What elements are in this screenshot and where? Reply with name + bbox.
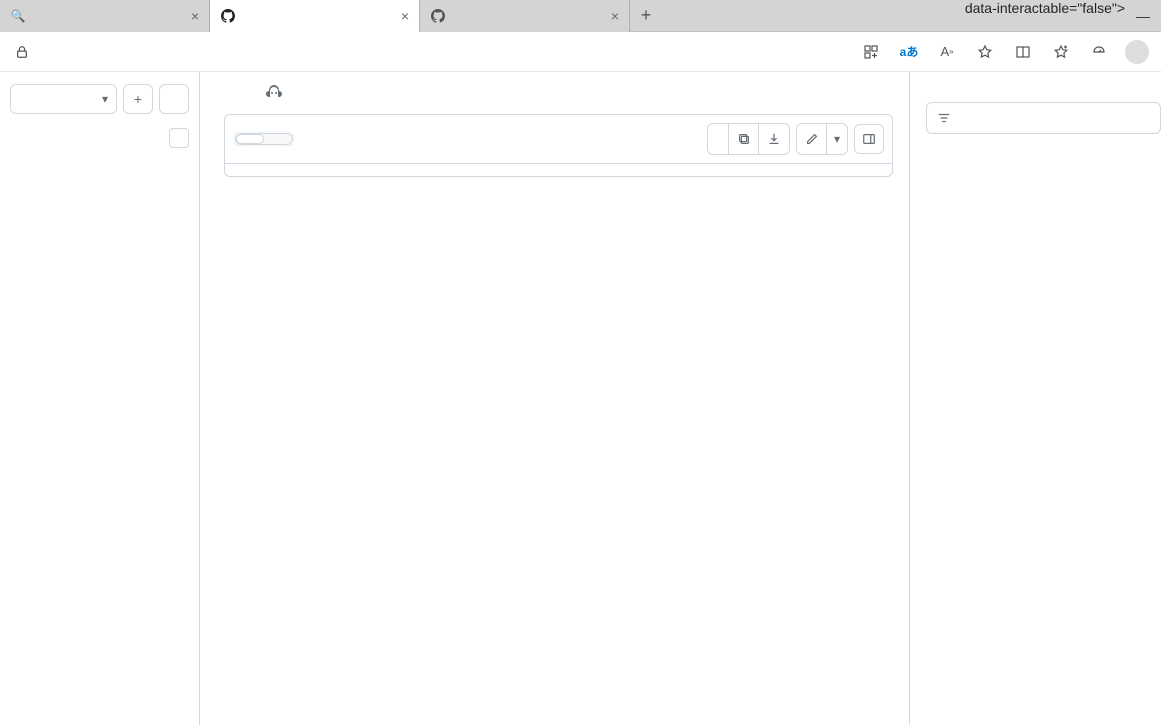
- github-icon: [220, 8, 236, 24]
- tab-favicon: 🔍: [10, 8, 26, 24]
- tab-code[interactable]: [236, 134, 264, 144]
- tab-blame[interactable]: [264, 134, 292, 144]
- raw-button[interactable]: [708, 124, 729, 154]
- translate-icon[interactable]: aあ: [893, 36, 925, 68]
- browser-tab[interactable]: 🔍 ×: [0, 0, 210, 32]
- code-body[interactable]: [225, 164, 892, 176]
- collections-icon[interactable]: [1045, 36, 1077, 68]
- text-size-icon[interactable]: A»: [931, 36, 963, 68]
- browser-tab-strip: 🔍 × × × + data-interactable="false"> —: [0, 0, 1161, 32]
- download-button[interactable]: [759, 124, 789, 154]
- page-body: ▾ +: [0, 72, 1161, 725]
- file-meta: [224, 72, 893, 114]
- copilot-icon: [266, 84, 284, 102]
- code-toolbar: ▾: [225, 115, 892, 164]
- close-icon[interactable]: ×: [611, 8, 619, 24]
- edit-group: ▾: [796, 123, 848, 155]
- branch-select[interactable]: ▾: [10, 84, 117, 114]
- symbols-filter[interactable]: [926, 102, 1161, 134]
- main-panel: ▾: [200, 72, 909, 725]
- filter-icon: [937, 111, 951, 125]
- browser-tab[interactable]: ×: [420, 0, 630, 32]
- browser-tab[interactable]: ×: [210, 0, 420, 32]
- add-file-button[interactable]: +: [123, 84, 153, 114]
- symbols-toggle-button[interactable]: [854, 124, 884, 154]
- github-icon: [430, 8, 446, 24]
- profile-icon[interactable]: [1121, 36, 1153, 68]
- minimize-button[interactable]: —: [1125, 0, 1161, 32]
- favorite-icon[interactable]: [969, 36, 1001, 68]
- address-bar: aあ A»: [0, 32, 1161, 72]
- file-filter[interactable]: [10, 128, 189, 148]
- edit-dropdown[interactable]: ▾: [827, 124, 847, 154]
- file-tree-panel: ▾ +: [0, 72, 200, 725]
- close-icon[interactable]: ×: [191, 8, 199, 24]
- new-tab-button[interactable]: +: [630, 0, 662, 32]
- close-icon[interactable]: ×: [401, 8, 409, 24]
- lock-icon[interactable]: [8, 38, 36, 66]
- symbols-panel: [909, 72, 1161, 725]
- copy-button[interactable]: [729, 124, 759, 154]
- edit-button[interactable]: [797, 124, 827, 154]
- search-files-button[interactable]: [159, 84, 189, 114]
- copilot-promo[interactable]: [266, 84, 290, 102]
- split-icon[interactable]: [1007, 36, 1039, 68]
- apps-icon[interactable]: [855, 36, 887, 68]
- line-gutter: [225, 164, 285, 176]
- code-container: ▾: [224, 114, 893, 177]
- performance-icon[interactable]: [1083, 36, 1115, 68]
- source-code[interactable]: [285, 164, 892, 176]
- raw-group: [707, 123, 790, 155]
